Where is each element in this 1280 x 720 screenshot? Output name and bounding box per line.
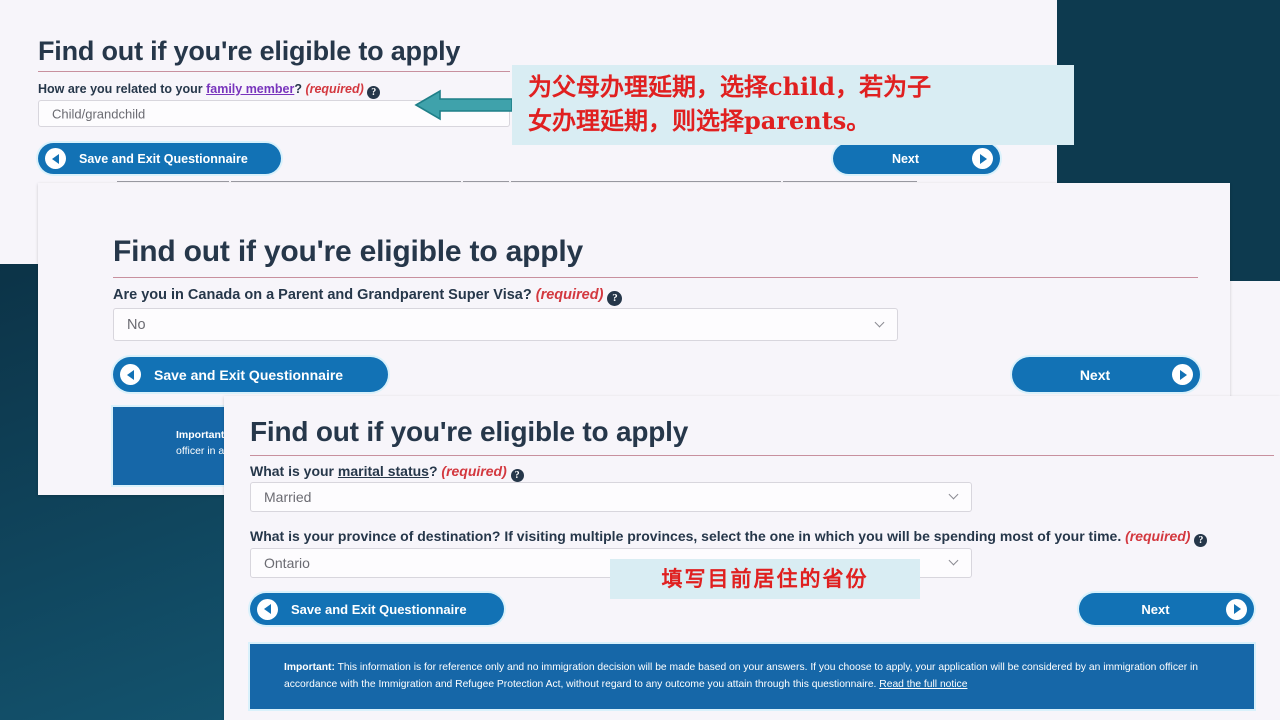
select-marital-status-value: Married xyxy=(264,489,312,505)
select-relationship-value: Child/grandchild xyxy=(52,106,146,121)
question-text-suffix: ? xyxy=(428,463,442,479)
forward-arrow-icon xyxy=(1172,364,1193,385)
question-text: What is your province of destination? If… xyxy=(250,528,1126,544)
family-member-link[interactable]: family member xyxy=(206,82,294,96)
select-province-value: Ontario xyxy=(264,555,310,571)
forward-arrow-icon xyxy=(1226,598,1247,620)
backdrop-block-right-top xyxy=(1057,0,1230,183)
forward-arrow-icon xyxy=(972,148,993,169)
marital-status-link[interactable]: marital status xyxy=(338,463,429,479)
save-and-exit-button-top[interactable]: Save and Exit Questionnaire xyxy=(38,143,281,174)
question-label-province: What is your province of destination? If… xyxy=(250,528,1208,547)
title-rule xyxy=(113,277,1198,278)
back-arrow-icon xyxy=(120,364,141,385)
question-text-prefix: How are you related to your xyxy=(38,82,207,96)
next-button-top[interactable]: Next xyxy=(833,143,1000,174)
notice-body: This information is for reference only a… xyxy=(284,662,1198,690)
page-title: Find out if you're eligible to apply xyxy=(250,416,689,447)
required-marker: (required) xyxy=(441,463,507,479)
important-notice-bottom: Important: This information is for refer… xyxy=(250,644,1254,709)
page-title: Find out if you're eligible to apply xyxy=(38,36,461,66)
page-title: Find out if you're eligible to apply xyxy=(113,235,583,268)
save-button-label: Save and Exit Questionnaire xyxy=(291,601,467,617)
notice-label: Important: xyxy=(176,429,228,441)
question-label-marital-status: What is your marital status? (required) … xyxy=(250,463,524,482)
help-question-icon[interactable]: ? xyxy=(607,291,623,306)
select-marital-status[interactable]: Married xyxy=(250,482,972,512)
chevron-down-icon xyxy=(950,560,959,566)
help-question-icon[interactable]: ? xyxy=(367,86,381,99)
question-label-relationship: How are you related to your family membe… xyxy=(38,82,381,99)
backdrop-block-right-strip xyxy=(1230,0,1280,281)
select-super-visa[interactable]: No xyxy=(113,308,898,341)
question-text-prefix: What is your xyxy=(250,463,338,479)
next-button-bottom[interactable]: Next xyxy=(1079,593,1254,625)
save-button-label: Save and Exit Questionnaire xyxy=(154,366,344,383)
chevron-down-icon xyxy=(950,494,959,500)
help-question-icon[interactable]: ? xyxy=(510,469,524,482)
required-marker: (required) xyxy=(535,287,604,303)
notice-label: Important: xyxy=(284,662,335,673)
annotation-note-top: 为父母办理延期，选择child，若为子 女办理延期，则选择parents。 xyxy=(512,65,1074,145)
annotation-top-line-1: 为父母办理延期，选择child，若为子 xyxy=(528,72,932,101)
question-text: Are you in Canada on a Parent and Grandp… xyxy=(113,287,536,303)
back-arrow-icon xyxy=(45,148,66,169)
question-text-suffix: ? xyxy=(294,82,306,96)
annotation-top-line-2: 女办理延期，则选择parents。 xyxy=(528,106,871,135)
help-question-icon[interactable]: ? xyxy=(1194,534,1208,547)
required-marker: (required) xyxy=(305,82,364,96)
save-button-label: Save and Exit Questionnaire xyxy=(79,151,248,166)
footer-divider xyxy=(117,181,917,182)
required-marker: (required) xyxy=(1125,528,1191,544)
notice-text: Important: This information is for refer… xyxy=(284,659,1224,693)
next-button-label: Next xyxy=(1141,601,1170,617)
next-button-middle[interactable]: Next xyxy=(1012,357,1200,392)
title-rule xyxy=(38,71,510,72)
left-arrow-pointer-icon xyxy=(414,88,514,122)
annotation-note-bottom: 填写目前居住的省份 xyxy=(610,559,920,599)
question-label-super-visa: Are you in Canada on a Parent and Grandp… xyxy=(113,287,623,306)
next-button-label: Next xyxy=(1079,366,1111,383)
read-full-notice-link[interactable]: Read the full notice xyxy=(879,679,967,690)
save-and-exit-button-bottom[interactable]: Save and Exit Questionnaire xyxy=(250,593,504,625)
select-super-visa-value: No xyxy=(127,316,146,333)
save-and-exit-button-middle[interactable]: Save and Exit Questionnaire xyxy=(113,357,388,392)
back-arrow-icon xyxy=(257,598,278,620)
screenshot-panel-bottom: Find out if you're eligible to apply Wha… xyxy=(224,396,1280,720)
title-rule xyxy=(250,455,1274,456)
chevron-down-icon xyxy=(876,322,885,328)
next-button-label: Next xyxy=(891,151,920,166)
